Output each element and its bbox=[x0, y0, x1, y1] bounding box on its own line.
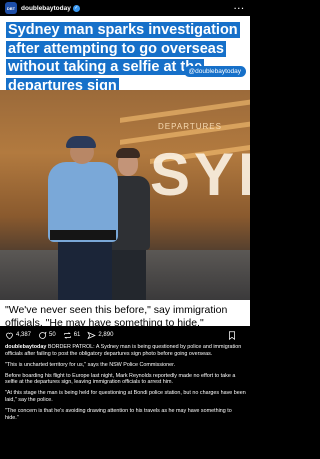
caption-intro: doublebaytoday BORDER PATROL: A Sydney m… bbox=[5, 344, 246, 357]
officer-belt bbox=[50, 230, 116, 240]
action-bar: 4,387 50 61 2,890 bbox=[0, 328, 250, 342]
share-count: 2,890 bbox=[98, 332, 114, 338]
departures-sign: DEPARTURES bbox=[158, 122, 222, 131]
comment-count: 50 bbox=[49, 332, 56, 338]
like-button[interactable]: 4,387 bbox=[5, 331, 31, 340]
like-count: 4,387 bbox=[16, 332, 32, 338]
bookmark-icon bbox=[229, 330, 235, 340]
caption-paragraph: "At this stage the man is being held for… bbox=[5, 390, 246, 404]
syd-letters: SYD bbox=[150, 141, 250, 208]
image-quote: "We've never seen this before," say immi… bbox=[5, 304, 228, 326]
repost-icon bbox=[63, 331, 71, 339]
send-icon bbox=[87, 331, 97, 339]
verified-badge-icon: ✓ bbox=[72, 4, 80, 12]
traveller-legs bbox=[112, 248, 146, 300]
comment-button[interactable]: 50 bbox=[38, 331, 56, 340]
caption-paragraph: "The concern is that he's avoiding drawi… bbox=[5, 408, 232, 421]
officer-legs bbox=[58, 238, 112, 300]
ceiling-light bbox=[120, 98, 250, 123]
caption-paragraph: Before boarding his flight to Europe las… bbox=[5, 372, 236, 386]
repost-count: 61 bbox=[73, 332, 81, 338]
post-username[interactable]: doublebaytoday bbox=[21, 5, 71, 12]
post-header: DBT doublebaytoday ✓ ··· bbox=[0, 0, 250, 16]
source-tag: @doublebaytoday bbox=[183, 66, 246, 77]
caption-username[interactable]: doublebaytoday bbox=[5, 344, 46, 350]
caption-paragraph: "This is uncharted territory for us," sa… bbox=[5, 361, 176, 368]
traveller-hair bbox=[116, 148, 140, 158]
officer-cap bbox=[66, 136, 96, 148]
save-button[interactable] bbox=[228, 330, 238, 340]
share-button[interactable]: 2,890 bbox=[87, 331, 113, 340]
comment-icon bbox=[39, 331, 47, 339]
repost-button[interactable]: 61 bbox=[63, 331, 81, 340]
photo: DEPARTURES SYD bbox=[0, 90, 250, 300]
post-caption: doublebaytoday BORDER PATROL: A Sydney m… bbox=[5, 344, 246, 426]
more-options-button[interactable]: ··· bbox=[234, 4, 245, 13]
headline-text: Sydney man sparks investigation after at… bbox=[6, 22, 240, 94]
avatar[interactable]: DBT bbox=[5, 2, 17, 14]
heart-icon bbox=[6, 332, 13, 339]
post-image[interactable]: Sydney man sparks investigation after at… bbox=[0, 16, 250, 326]
